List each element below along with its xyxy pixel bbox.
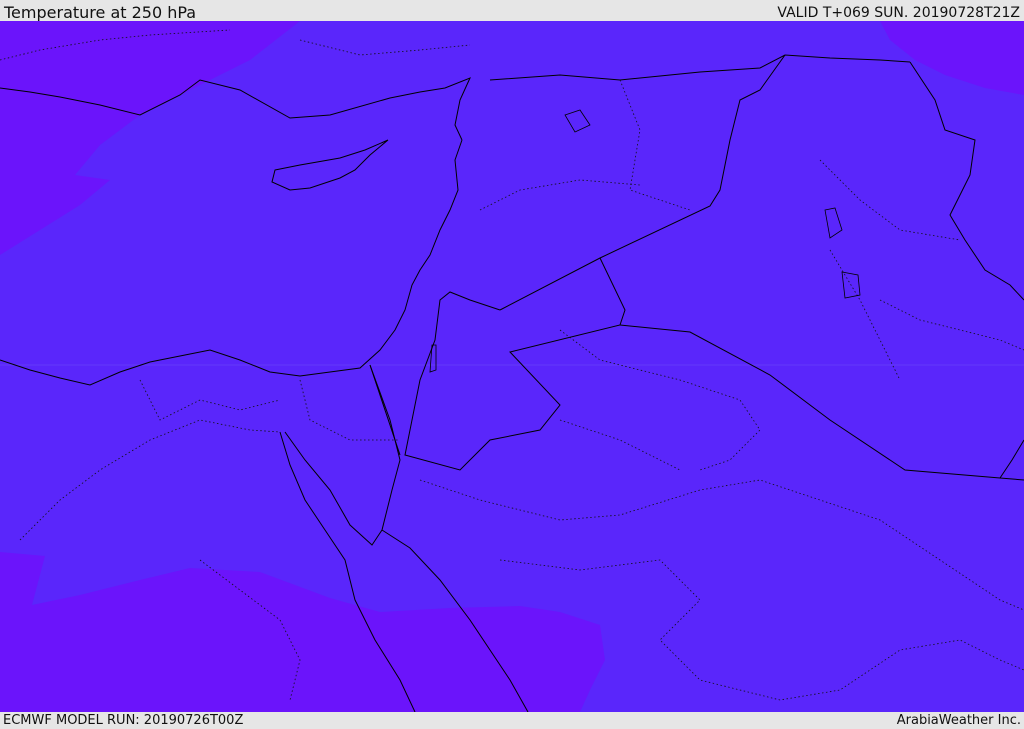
header-bar: Temperature at 250 hPa VALID T+069 SUN. … bbox=[0, 0, 1024, 22]
temperature-map bbox=[0, 21, 1024, 712]
footer-bar: ECMWF MODEL RUN: 20190726T00Z ArabiaWeat… bbox=[0, 712, 1024, 729]
model-run-label: ECMWF MODEL RUN: 20190726T00Z bbox=[3, 713, 244, 728]
valid-time: VALID T+069 SUN. 20190728T21Z bbox=[777, 5, 1020, 21]
credit-label: ArabiaWeather Inc. bbox=[896, 713, 1021, 728]
map-title: Temperature at 250 hPa bbox=[4, 3, 197, 22]
